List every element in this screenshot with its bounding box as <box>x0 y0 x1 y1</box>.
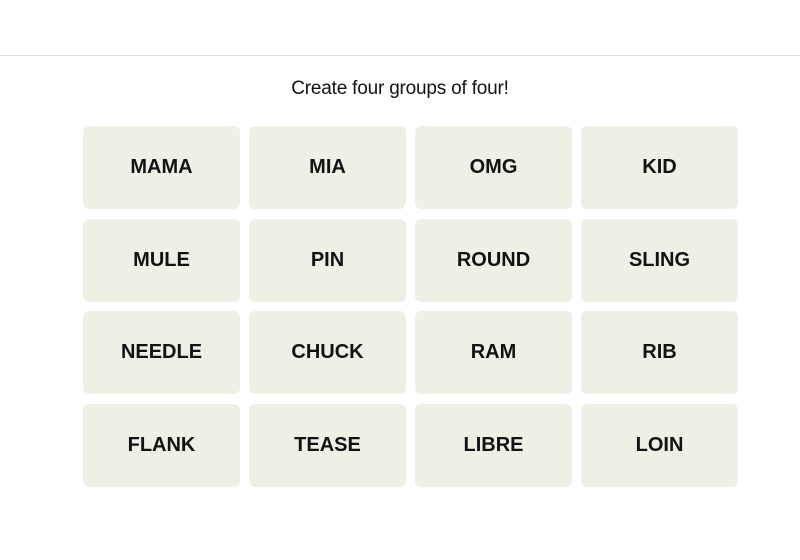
word-tile[interactable]: MULE <box>83 218 240 302</box>
word-tile[interactable]: OMG <box>415 126 572 209</box>
top-bar <box>0 0 800 56</box>
word-tile[interactable]: LIBRE <box>415 403 572 487</box>
word-tile[interactable]: LOIN <box>581 403 738 487</box>
word-grid: MAMA MIA OMG KID MULE PIN ROUND SLING NE… <box>83 126 738 487</box>
word-tile[interactable]: MIA <box>249 126 406 209</box>
word-tile[interactable]: FLANK <box>83 403 240 487</box>
word-tile[interactable]: MAMA <box>83 126 240 209</box>
word-tile[interactable]: RAM <box>415 311 572 394</box>
word-tile[interactable]: SLING <box>581 218 738 302</box>
word-tile[interactable]: RIB <box>581 311 738 394</box>
word-tile[interactable]: CHUCK <box>249 311 406 394</box>
word-tile[interactable]: ROUND <box>415 218 572 302</box>
word-tile[interactable]: TEASE <box>249 403 406 487</box>
word-tile[interactable]: PIN <box>249 218 406 302</box>
instructions-text: Create four groups of four! <box>291 78 509 99</box>
word-tile[interactable]: NEEDLE <box>83 311 240 394</box>
word-tile[interactable]: KID <box>581 126 738 209</box>
